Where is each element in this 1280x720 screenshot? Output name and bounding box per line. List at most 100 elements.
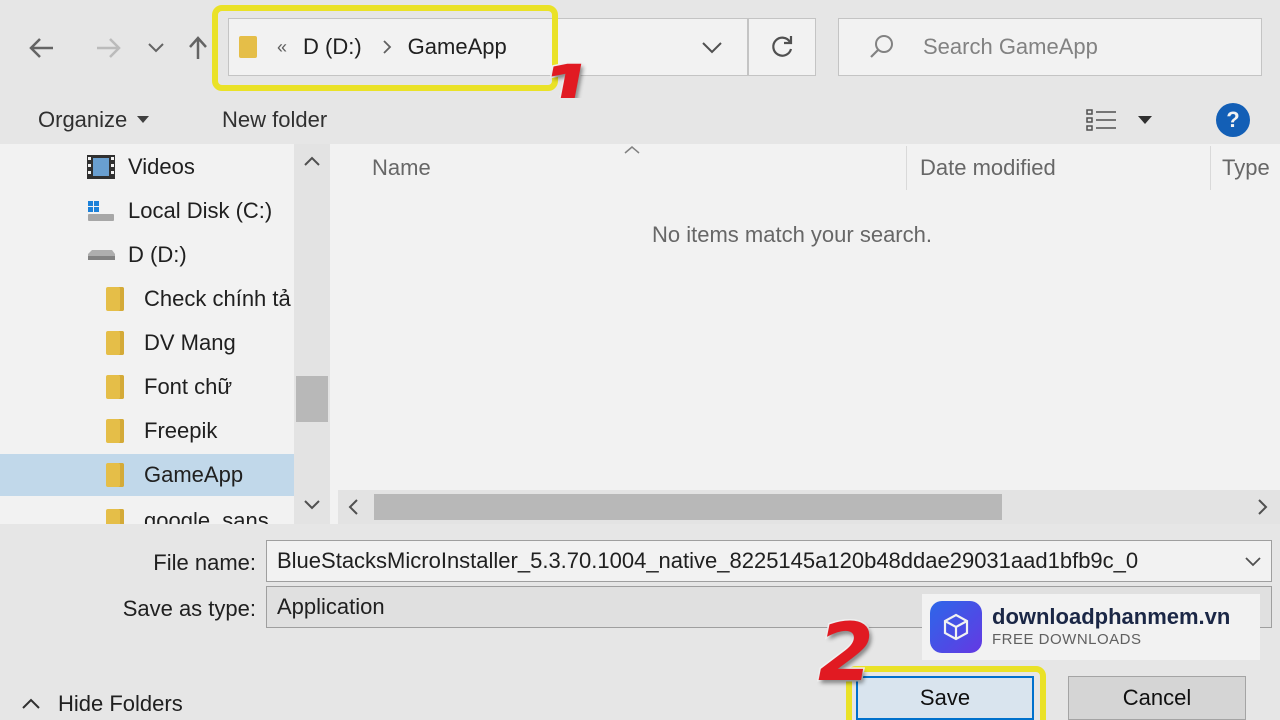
folder-icon (106, 463, 124, 487)
navigation-pane: Videos Local Disk (C:) D (D:) Check chín… (0, 144, 330, 524)
file-name-value: BlueStacksMicroInstaller_5.3.70.1004_nat… (277, 548, 1139, 573)
column-header-label: Date modified (920, 155, 1056, 180)
sidebar-item-label: google_sans (144, 508, 269, 524)
arrow-up-icon (189, 36, 207, 59)
forward-button[interactable] (90, 30, 126, 66)
file-name-label: File name: (153, 550, 256, 575)
sidebar-scrollbar[interactable] (294, 144, 330, 524)
refresh-icon (772, 36, 793, 57)
sidebar-item-label: Font chữ (144, 374, 233, 399)
new-folder-button[interactable]: New folder (222, 102, 327, 138)
sidebar-item-label: Local Disk (C:) (128, 198, 273, 223)
folder-icon (106, 375, 124, 399)
search-box[interactable]: Search GameApp (838, 18, 1262, 76)
video-icon (87, 155, 115, 179)
save-as-dialog: « D (D:) GameApp Search GameApp 1 Organi… (0, 0, 1280, 720)
search-icon (870, 35, 893, 58)
watermark-text: downloadphanmem.vn FREE DOWNLOADS (992, 604, 1230, 650)
sidebar-item-freepik[interactable]: Freepik (106, 410, 217, 452)
column-header-name[interactable]: Name (372, 144, 431, 192)
hide-folders-label: Hide Folders (58, 691, 183, 716)
back-button[interactable] (24, 30, 60, 66)
view-options-dropdown[interactable] (1138, 102, 1152, 138)
details-view-icon (1086, 109, 1116, 131)
chevron-down-icon (148, 43, 164, 53)
column-header-label: Type (1222, 155, 1270, 180)
up-button[interactable] (184, 30, 212, 66)
drive-icon (88, 201, 114, 221)
sidebar-item-font-chu[interactable]: Font chữ (106, 366, 232, 408)
cancel-button[interactable]: Cancel (1068, 676, 1246, 720)
file-name-input[interactable]: BlueStacksMicroInstaller_5.3.70.1004_nat… (266, 540, 1272, 582)
sort-ascending-icon (624, 146, 640, 154)
caret-down-icon (137, 116, 150, 123)
chevron-down-icon[interactable] (1245, 557, 1261, 567)
cube-logo-icon (930, 601, 982, 653)
refresh-button[interactable] (748, 18, 816, 76)
sidebar-item-videos[interactable]: Videos (86, 146, 195, 188)
breadcrumb-current-folder[interactable]: GameApp (408, 34, 507, 60)
chevron-right-icon (383, 40, 391, 54)
save-as-type-value: Application (277, 594, 385, 619)
folder-icon (106, 331, 124, 355)
arrow-left-icon (29, 38, 53, 58)
sidebar-scroll-thumb[interactable] (296, 376, 328, 422)
step-number-2: 2 (817, 606, 876, 699)
cube-icon (943, 613, 969, 641)
folder-icon (106, 287, 124, 311)
folder-icon (106, 509, 124, 524)
file-list-horizontal-scrollbar[interactable] (338, 490, 1280, 524)
file-list-pane: Name Date modified Type No items match y… (330, 144, 1280, 524)
sidebar-item-drive-d[interactable]: D (D:) (86, 234, 187, 276)
horizontal-scroll-thumb[interactable] (374, 494, 1002, 520)
search-placeholder: Search GameApp (923, 34, 1098, 59)
chevron-down-icon (702, 42, 722, 54)
sidebar-item-google-sans[interactable]: google_sans (106, 500, 269, 524)
column-header-date-modified[interactable]: Date modified (920, 144, 1056, 192)
watermark-subtitle: FREE DOWNLOADS (992, 631, 1142, 648)
hide-folders-button[interactable]: Hide Folders (22, 688, 183, 720)
sidebar-item-check-chinh-ta[interactable]: Check chính tả (106, 278, 291, 320)
sidebar-item-gameapp[interactable]: GameApp (0, 454, 294, 496)
column-header-label: Name (372, 155, 431, 180)
empty-list-message: No items match your search. (652, 222, 932, 247)
arrow-right-icon (97, 38, 121, 58)
sidebar-item-dv-mang[interactable]: DV Mang (106, 322, 236, 364)
sidebar-item-local-disk-c[interactable]: Local Disk (C:) (86, 190, 272, 232)
organize-menu-button[interactable]: Organize (38, 102, 150, 138)
breadcrumb-drive[interactable]: D (D:) (303, 34, 408, 60)
sidebar-item-label: Freepik (144, 418, 218, 443)
help-button[interactable]: ? (1216, 102, 1250, 138)
folder-icon (239, 36, 257, 58)
caret-down-icon (1138, 116, 1152, 124)
column-separator[interactable] (906, 146, 907, 190)
scroll-up-icon[interactable] (304, 156, 320, 166)
help-glyph: ? (1226, 107, 1240, 132)
address-overflow[interactable]: « (277, 37, 287, 58)
save-as-type-label: Save as type: (122, 596, 256, 621)
address-bar[interactable]: « D (D:) GameApp (228, 18, 748, 76)
site-watermark: downloadphanmem.vn FREE DOWNLOADS (922, 594, 1260, 660)
sidebar-item-label: DV Mang (144, 330, 236, 355)
column-separator[interactable] (1210, 146, 1211, 190)
column-header-type[interactable]: Type (1222, 144, 1270, 192)
sidebar-item-label: Check chính tả (144, 286, 291, 311)
chevron-up-icon (22, 698, 40, 709)
drive-icon (88, 250, 115, 260)
breadcrumb-label: D (D:) (303, 34, 362, 59)
new-folder-label: New folder (222, 107, 328, 132)
address-history-dropdown[interactable] (690, 30, 734, 66)
sidebar-item-label: GameApp (144, 462, 244, 487)
sidebar-item-label: D (D:) (128, 242, 187, 267)
scroll-left-icon[interactable] (348, 499, 358, 515)
save-button[interactable]: Save (856, 676, 1034, 720)
breadcrumb-label: GameApp (407, 34, 507, 59)
folder-icon (106, 419, 124, 443)
navigation-bar: « D (D:) GameApp Search GameApp 1 (0, 0, 1280, 142)
scroll-right-icon[interactable] (1258, 499, 1268, 515)
sidebar-item-label: Videos (128, 154, 195, 179)
scroll-down-icon[interactable] (304, 500, 320, 510)
recent-locations-button[interactable] (142, 30, 170, 66)
view-options-button[interactable] (1086, 102, 1118, 138)
watermark-title: downloadphanmem.vn (992, 604, 1231, 629)
